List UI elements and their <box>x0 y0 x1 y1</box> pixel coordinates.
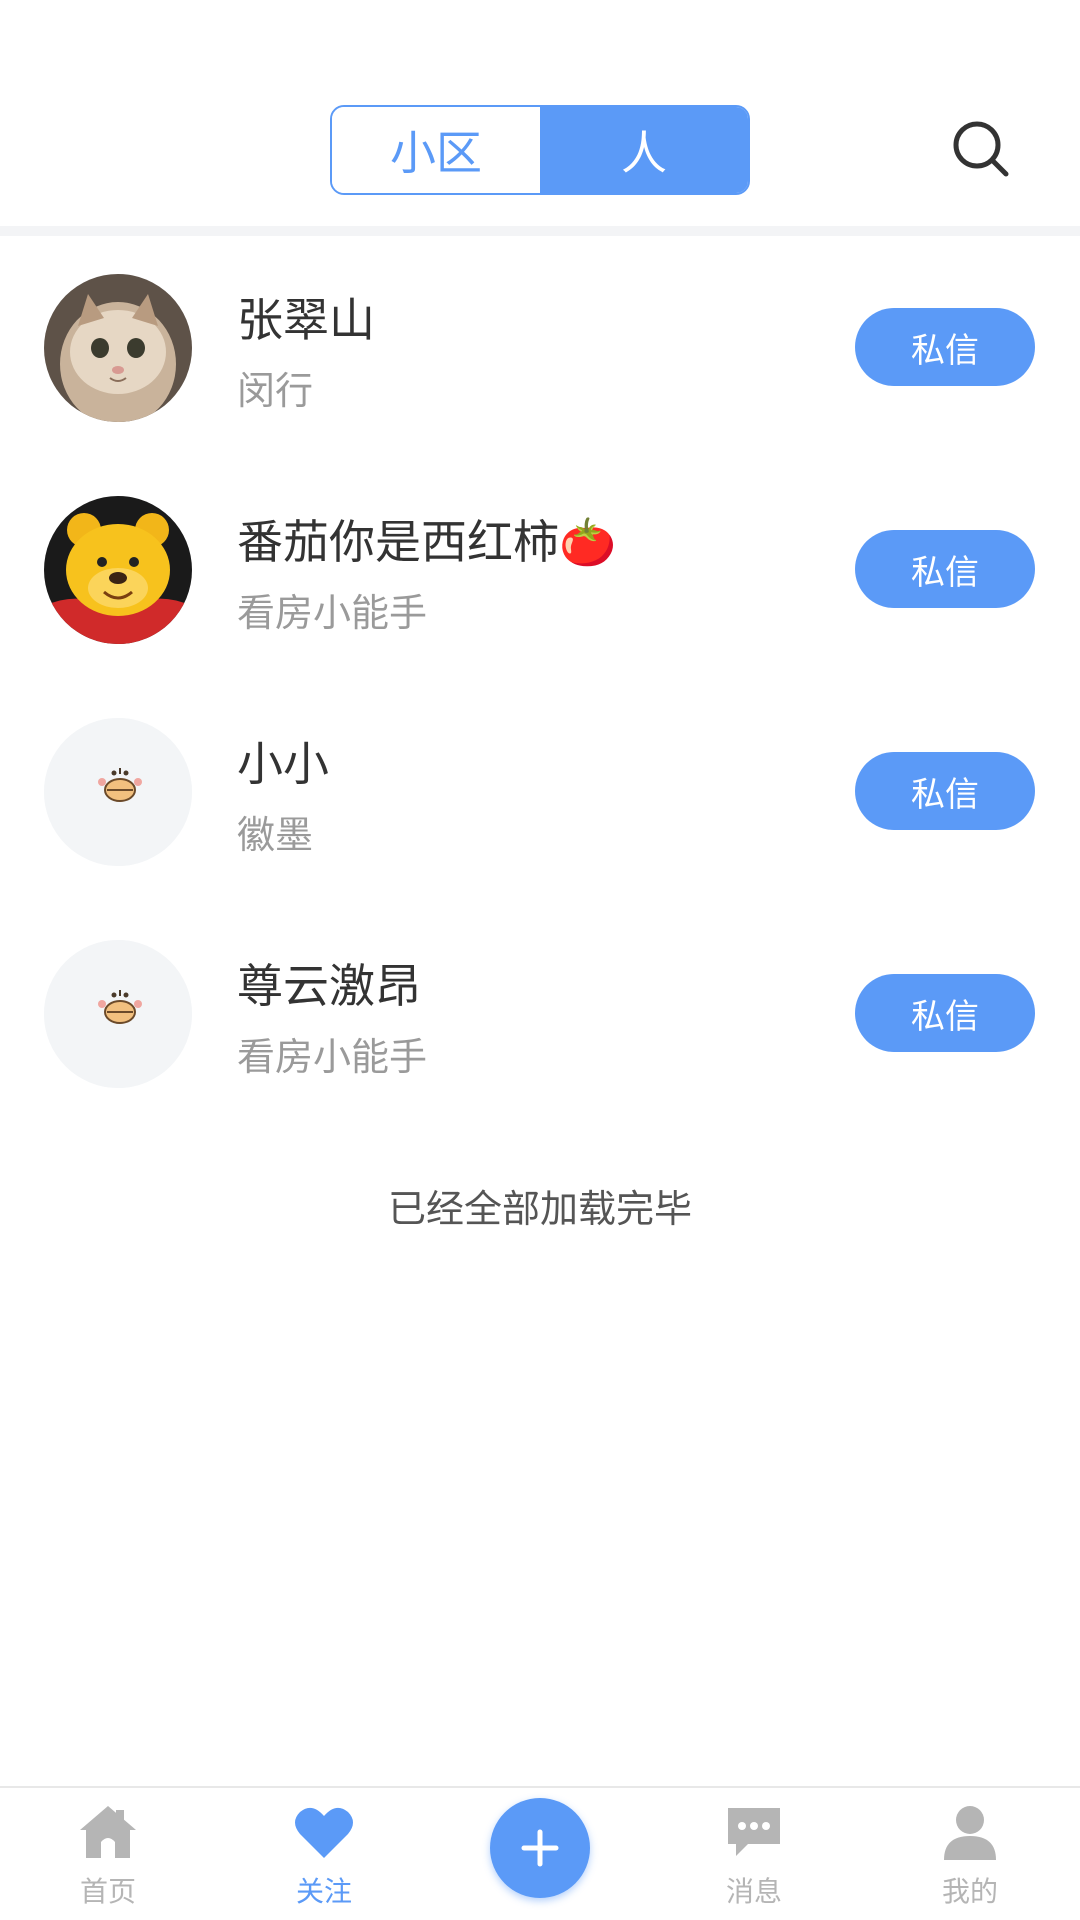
follow-list: 张翠山 闵行 私信 番茄你是西红柿🍅 看房小能手 私信 小小 徽墨 私信 尊云激… <box>0 236 1080 1124</box>
nav-item-follow[interactable]: 关注 <box>254 1788 394 1920</box>
tab-people[interactable]: 人 <box>540 107 748 193</box>
default-cartoon-avatar[interactable] <box>44 718 192 866</box>
nav-item-home[interactable]: 首页 <box>38 1788 178 1920</box>
heart-icon <box>292 1802 356 1862</box>
add-button[interactable] <box>490 1798 590 1898</box>
nav-label-me: 我的 <box>941 1875 998 1908</box>
chat-bubble-icon <box>722 1802 786 1862</box>
user-subtitle: 看房小能手 <box>237 1035 428 1079</box>
list-item[interactable]: 番茄你是西红柿🍅 看房小能手 私信 <box>0 458 1080 680</box>
header: 小区 人 <box>0 0 1080 226</box>
user-name: 小小 <box>237 737 329 791</box>
cat-photo-avatar[interactable] <box>44 274 192 422</box>
message-button[interactable]: 私信 <box>855 974 1035 1052</box>
winnie-the-pooh-avatar[interactable] <box>44 496 192 644</box>
user-subtitle: 闵行 <box>237 369 314 413</box>
nav-label-home: 首页 <box>79 1875 136 1908</box>
search-icon[interactable] <box>950 118 1014 182</box>
list-item[interactable]: 尊云激昂 看房小能手 私信 <box>0 902 1080 1124</box>
bottom-nav: 首页 关注 消息 我的 <box>0 1786 1080 1920</box>
user-name: 番茄你是西红柿🍅 <box>237 515 617 569</box>
list-end-note: 已经全部加载完毕 <box>387 1187 692 1231</box>
tab-community[interactable]: 小区 <box>332 107 540 193</box>
message-button[interactable]: 私信 <box>855 530 1035 608</box>
home-icon <box>76 1802 140 1862</box>
user-subtitle: 看房小能手 <box>237 591 428 635</box>
header-divider <box>0 226 1080 236</box>
nav-label-messages: 消息 <box>725 1875 782 1908</box>
segmented-tabs: 小区 人 <box>330 105 750 195</box>
default-cartoon-avatar[interactable] <box>44 940 192 1088</box>
user-name: 张翠山 <box>237 293 375 347</box>
message-button[interactable]: 私信 <box>855 752 1035 830</box>
message-button[interactable]: 私信 <box>855 308 1035 386</box>
plus-icon <box>521 1829 559 1867</box>
user-icon <box>938 1802 1002 1862</box>
nav-item-messages[interactable]: 消息 <box>684 1788 824 1920</box>
nav-item-me[interactable]: 我的 <box>900 1788 1040 1920</box>
list-item[interactable]: 小小 徽墨 私信 <box>0 680 1080 902</box>
nav-label-follow: 关注 <box>295 1875 352 1908</box>
user-subtitle: 徽墨 <box>237 813 314 857</box>
user-name: 尊云激昂 <box>237 959 421 1013</box>
list-item[interactable]: 张翠山 闵行 私信 <box>0 236 1080 458</box>
app-root: 小区 人 张翠山 闵行 私信 番茄你是西红柿🍅 看房小能手 私信 小小 徽墨 私… <box>0 0 1080 1920</box>
